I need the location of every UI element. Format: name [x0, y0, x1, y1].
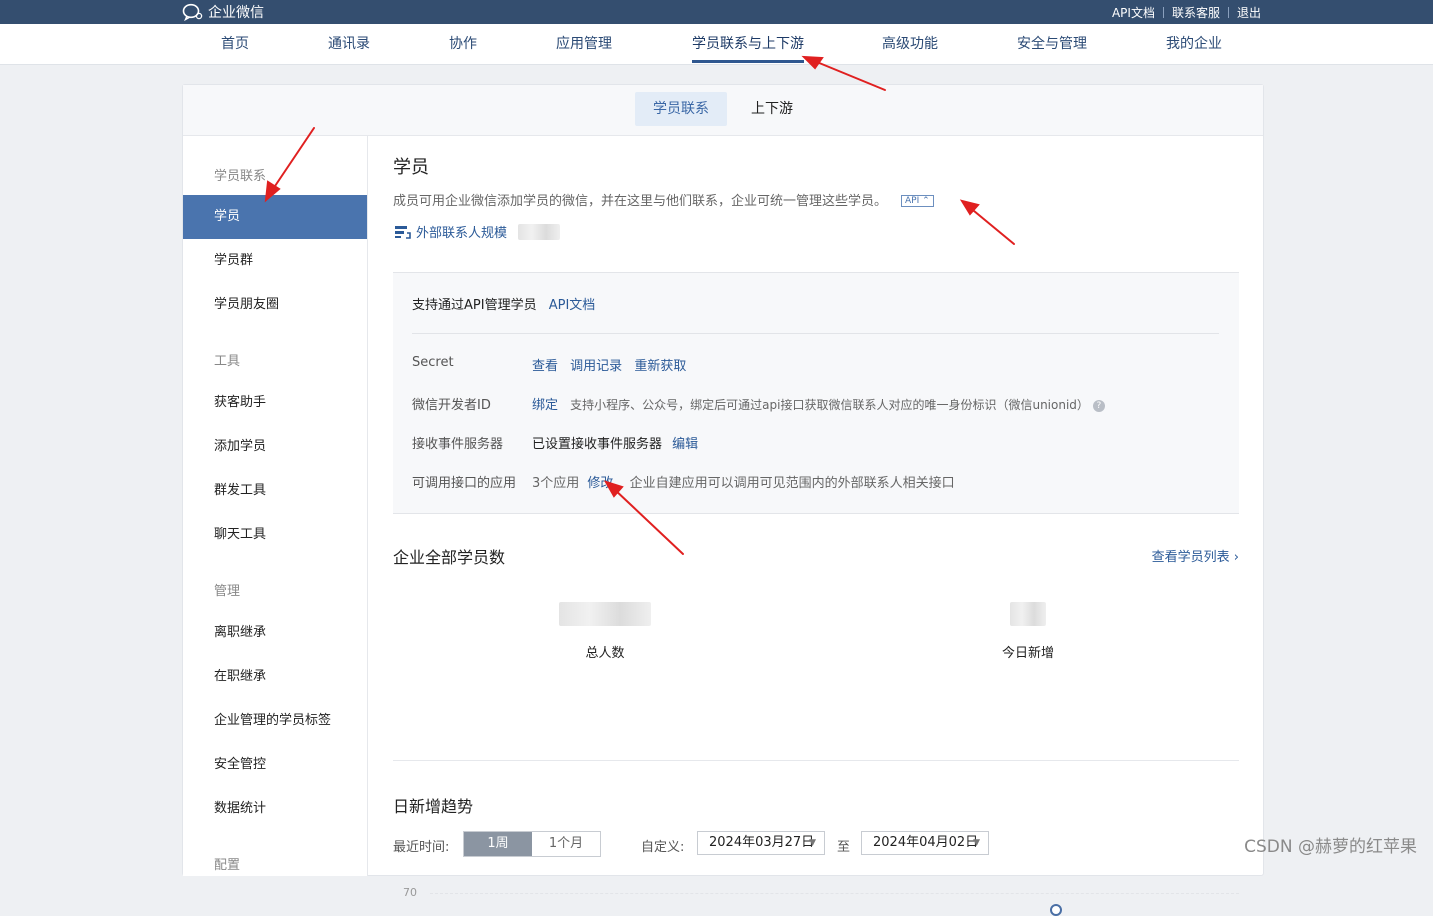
stat-total-label: 总人数: [585, 646, 625, 661]
event-server-label: 接收事件服务器: [412, 437, 504, 452]
date-from-picker[interactable]: 2024年03月27日 ▼: [697, 831, 825, 855]
view-student-list-link[interactable]: 查看学员列表 ›: [1152, 546, 1239, 565]
api-settings-box: 支持通过API管理学员 API文档 Secret 查看 调用记录 重新获取 微信…: [393, 272, 1239, 514]
stat-today-new: 今日新增: [928, 602, 1128, 661]
nav-student-contact[interactable]: 学员联系与上下游: [680, 24, 816, 64]
stat-total: 总人数: [505, 602, 705, 661]
nav-app-management[interactable]: 应用管理: [544, 24, 624, 64]
nav-security[interactable]: 安全与管理: [1004, 24, 1100, 64]
event-server-status: 已设置接收事件服务器: [532, 437, 663, 452]
divider: [1227, 6, 1229, 18]
sidebar-item-student-groups[interactable]: 学员群: [183, 239, 367, 283]
developer-id-value: 绑定 支持小程序、公众号，绑定后可通过api接口获取微信联系人对应的唯一身份标识…: [532, 394, 1105, 413]
section-divider: [393, 760, 1239, 761]
sidebar-group-manage: 管理: [214, 584, 241, 599]
date-to-picker[interactable]: 2024年04月02日 ▼: [861, 831, 989, 855]
sidebar-item-security-control[interactable]: 安全管控: [183, 743, 367, 787]
custom-range-label: 自定义:: [641, 840, 685, 855]
event-server-value: 已设置接收事件服务器 编辑: [532, 433, 698, 452]
chart-data-point[interactable]: [1050, 904, 1062, 916]
api-badge-toggle[interactable]: API ⌃: [901, 195, 934, 207]
sidebar-item-resign-inherit[interactable]: 离职继承: [183, 611, 367, 655]
description-text: 成员可用企业微信添加学员的微信，并在这里与他们联系，企业可统一管理这些学员。: [393, 194, 888, 209]
secret-call-log-link[interactable]: 调用记录: [570, 359, 622, 374]
watermark: CSDN @赫萝的红苹果: [1244, 837, 1417, 857]
main-nav: 首页 通讯录 协作 应用管理 学员联系与上下游 高级功能 安全与管理 我的企业: [0, 24, 1433, 65]
callable-apps-edit-link[interactable]: 修改: [587, 476, 613, 491]
sidebar-item-mass-send[interactable]: 群发工具: [183, 469, 367, 513]
nav-home[interactable]: 首页: [205, 24, 265, 64]
api-docs-inline-link[interactable]: API文档: [549, 298, 596, 313]
blurred-value: [518, 223, 561, 240]
top-links: API文档 联系客服 退出: [1112, 0, 1261, 24]
chart-grid-line: [430, 893, 1239, 894]
tab-upstream-downstream[interactable]: 上下游: [733, 92, 811, 126]
top-bar: 企业微信 API文档 联系客服 退出: [0, 0, 1433, 24]
range-1-month[interactable]: 1个月: [532, 832, 600, 856]
developer-id-note: 支持小程序、公众号，绑定后可通过api接口获取微信联系人对应的唯一身份标识（微信…: [570, 398, 1089, 412]
api-header-row: 支持通过API管理学员 API文档: [412, 294, 595, 313]
sidebar-item-students[interactable]: 学员: [183, 195, 367, 239]
tab-student-contact[interactable]: 学员联系: [635, 92, 727, 126]
trend-range-controls: 最近时间: 1周 1个月 自定义: 2024年03月27日 ▼ 至 2024年0…: [393, 831, 1239, 857]
blurred-total-value: [559, 602, 651, 626]
sidebar-item-data-stats[interactable]: 数据统计: [183, 787, 367, 831]
range-segmented-control: 1周 1个月: [463, 831, 601, 857]
page-title: 学员: [393, 157, 429, 178]
date-range-separator: 至: [837, 840, 851, 855]
chevron-down-icon: ▼: [809, 838, 816, 848]
brand-name: 企业微信: [208, 5, 264, 21]
range-label: 最近时间:: [393, 840, 450, 855]
stats-title: 企业全部学员数: [393, 548, 506, 567]
callable-apps-value: 3个应用 修改 企业自建应用可以调用可见范围内的外部联系人相关接口: [532, 472, 955, 491]
scale-link-label: 外部联系人规模: [416, 226, 508, 241]
nav-my-enterprise[interactable]: 我的企业: [1154, 24, 1234, 64]
sub-tabs: 学员联系 上下游: [183, 85, 1263, 136]
callable-apps-count: 3个应用: [532, 476, 580, 491]
chart-y-tick: 70: [403, 886, 417, 899]
developer-id-label: 微信开发者ID: [412, 398, 491, 413]
nav-contacts[interactable]: 通讯录: [314, 24, 384, 64]
main-card: 学员联系 上下游 学员联系 学员 学员群 学员朋友圈 工具 获客助手 添加学员 …: [182, 84, 1264, 916]
api-docs-link[interactable]: API文档: [1112, 4, 1155, 21]
divider: [1162, 6, 1164, 18]
sidebar-item-student-tags[interactable]: 企业管理的学员标签: [183, 699, 367, 743]
nav-collaboration[interactable]: 协作: [433, 24, 493, 64]
secret-label: Secret: [412, 355, 454, 370]
sidebar-group-tools: 工具: [214, 354, 241, 369]
secret-view-link[interactable]: 查看: [532, 359, 558, 374]
api-box-divider: [412, 333, 1219, 334]
brand[interactable]: 企业微信: [182, 0, 264, 24]
sidebar-item-chat-tools[interactable]: 聊天工具: [183, 513, 367, 557]
date-from-value: 2024年03月27日: [709, 835, 815, 850]
event-server-edit-link[interactable]: 编辑: [672, 437, 698, 452]
scale-chart-icon: [395, 225, 411, 239]
sidebar-group-config: 配置: [214, 858, 241, 873]
nav-advanced[interactable]: 高级功能: [870, 24, 950, 64]
sidebar-group-contact: 学员联系: [214, 169, 267, 184]
sidebar-item-moments[interactable]: 学员朋友圈: [183, 283, 367, 327]
sidebar: 学员联系 学员 学员群 学员朋友圈 工具 获客助手 添加学员 群发工具 聊天工具…: [183, 136, 368, 876]
help-icon[interactable]: ?: [1092, 400, 1105, 412]
date-to-value: 2024年04月02日: [873, 835, 979, 850]
callable-apps-label: 可调用接口的应用: [412, 476, 517, 491]
stat-today-label: 今日新增: [1001, 646, 1054, 661]
wework-logo-icon: [182, 3, 203, 21]
sidebar-item-acquisition-assistant[interactable]: 获客助手: [183, 381, 367, 425]
chevron-down-icon: ▼: [973, 838, 980, 848]
trend-title: 日新增趋势: [393, 797, 474, 816]
blurred-today-value: [1010, 602, 1046, 626]
bind-link[interactable]: 绑定: [532, 398, 558, 413]
logout-link[interactable]: 退出: [1237, 4, 1261, 21]
callable-apps-note: 企业自建应用可以调用可见范围内的外部联系人相关接口: [629, 476, 955, 491]
secret-actions: 查看 调用记录 重新获取: [532, 355, 686, 374]
secret-refresh-link[interactable]: 重新获取: [634, 359, 686, 374]
contact-support-link[interactable]: 联系客服: [1172, 4, 1220, 21]
api-header-text: 支持通过API管理学员: [412, 298, 537, 313]
external-contact-scale-link[interactable]: 外部联系人规模: [395, 222, 561, 241]
sidebar-item-onjob-inherit[interactable]: 在职继承: [183, 655, 367, 699]
sidebar-item-add-students[interactable]: 添加学员: [183, 425, 367, 469]
range-1-week[interactable]: 1周: [464, 832, 532, 856]
page-description: 成员可用企业微信添加学员的微信，并在这里与他们联系，企业可统一管理这些学员。 AP…: [393, 190, 934, 209]
